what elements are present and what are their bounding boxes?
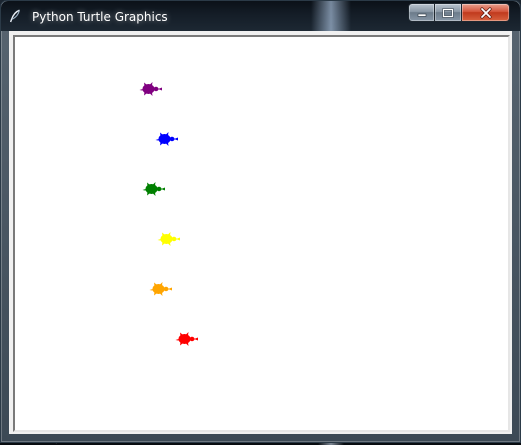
turtle-blue <box>155 132 178 146</box>
close-icon <box>479 6 492 19</box>
turtle-yellow <box>157 232 180 246</box>
turtle-orange <box>149 282 172 296</box>
maximize-icon <box>442 7 454 18</box>
window-client-area <box>9 31 512 434</box>
caption-buttons <box>408 3 516 23</box>
title-bar[interactable]: Python Turtle Graphics <box>1 1 520 31</box>
minimize-button[interactable] <box>408 3 435 22</box>
window-title: Python Turtle Graphics <box>32 10 168 24</box>
turtle-purple <box>139 82 162 96</box>
minimize-icon <box>417 13 426 17</box>
turtle-window: Python Turtle Graphics <box>0 0 521 443</box>
title-bar-highlight <box>311 1 351 31</box>
maximize-button[interactable] <box>435 3 462 22</box>
close-button[interactable] <box>462 3 510 22</box>
feather-icon[interactable] <box>8 9 22 23</box>
turtle-canvas[interactable] <box>13 35 510 432</box>
turtle-red <box>175 332 198 346</box>
turtle-green <box>142 182 165 196</box>
